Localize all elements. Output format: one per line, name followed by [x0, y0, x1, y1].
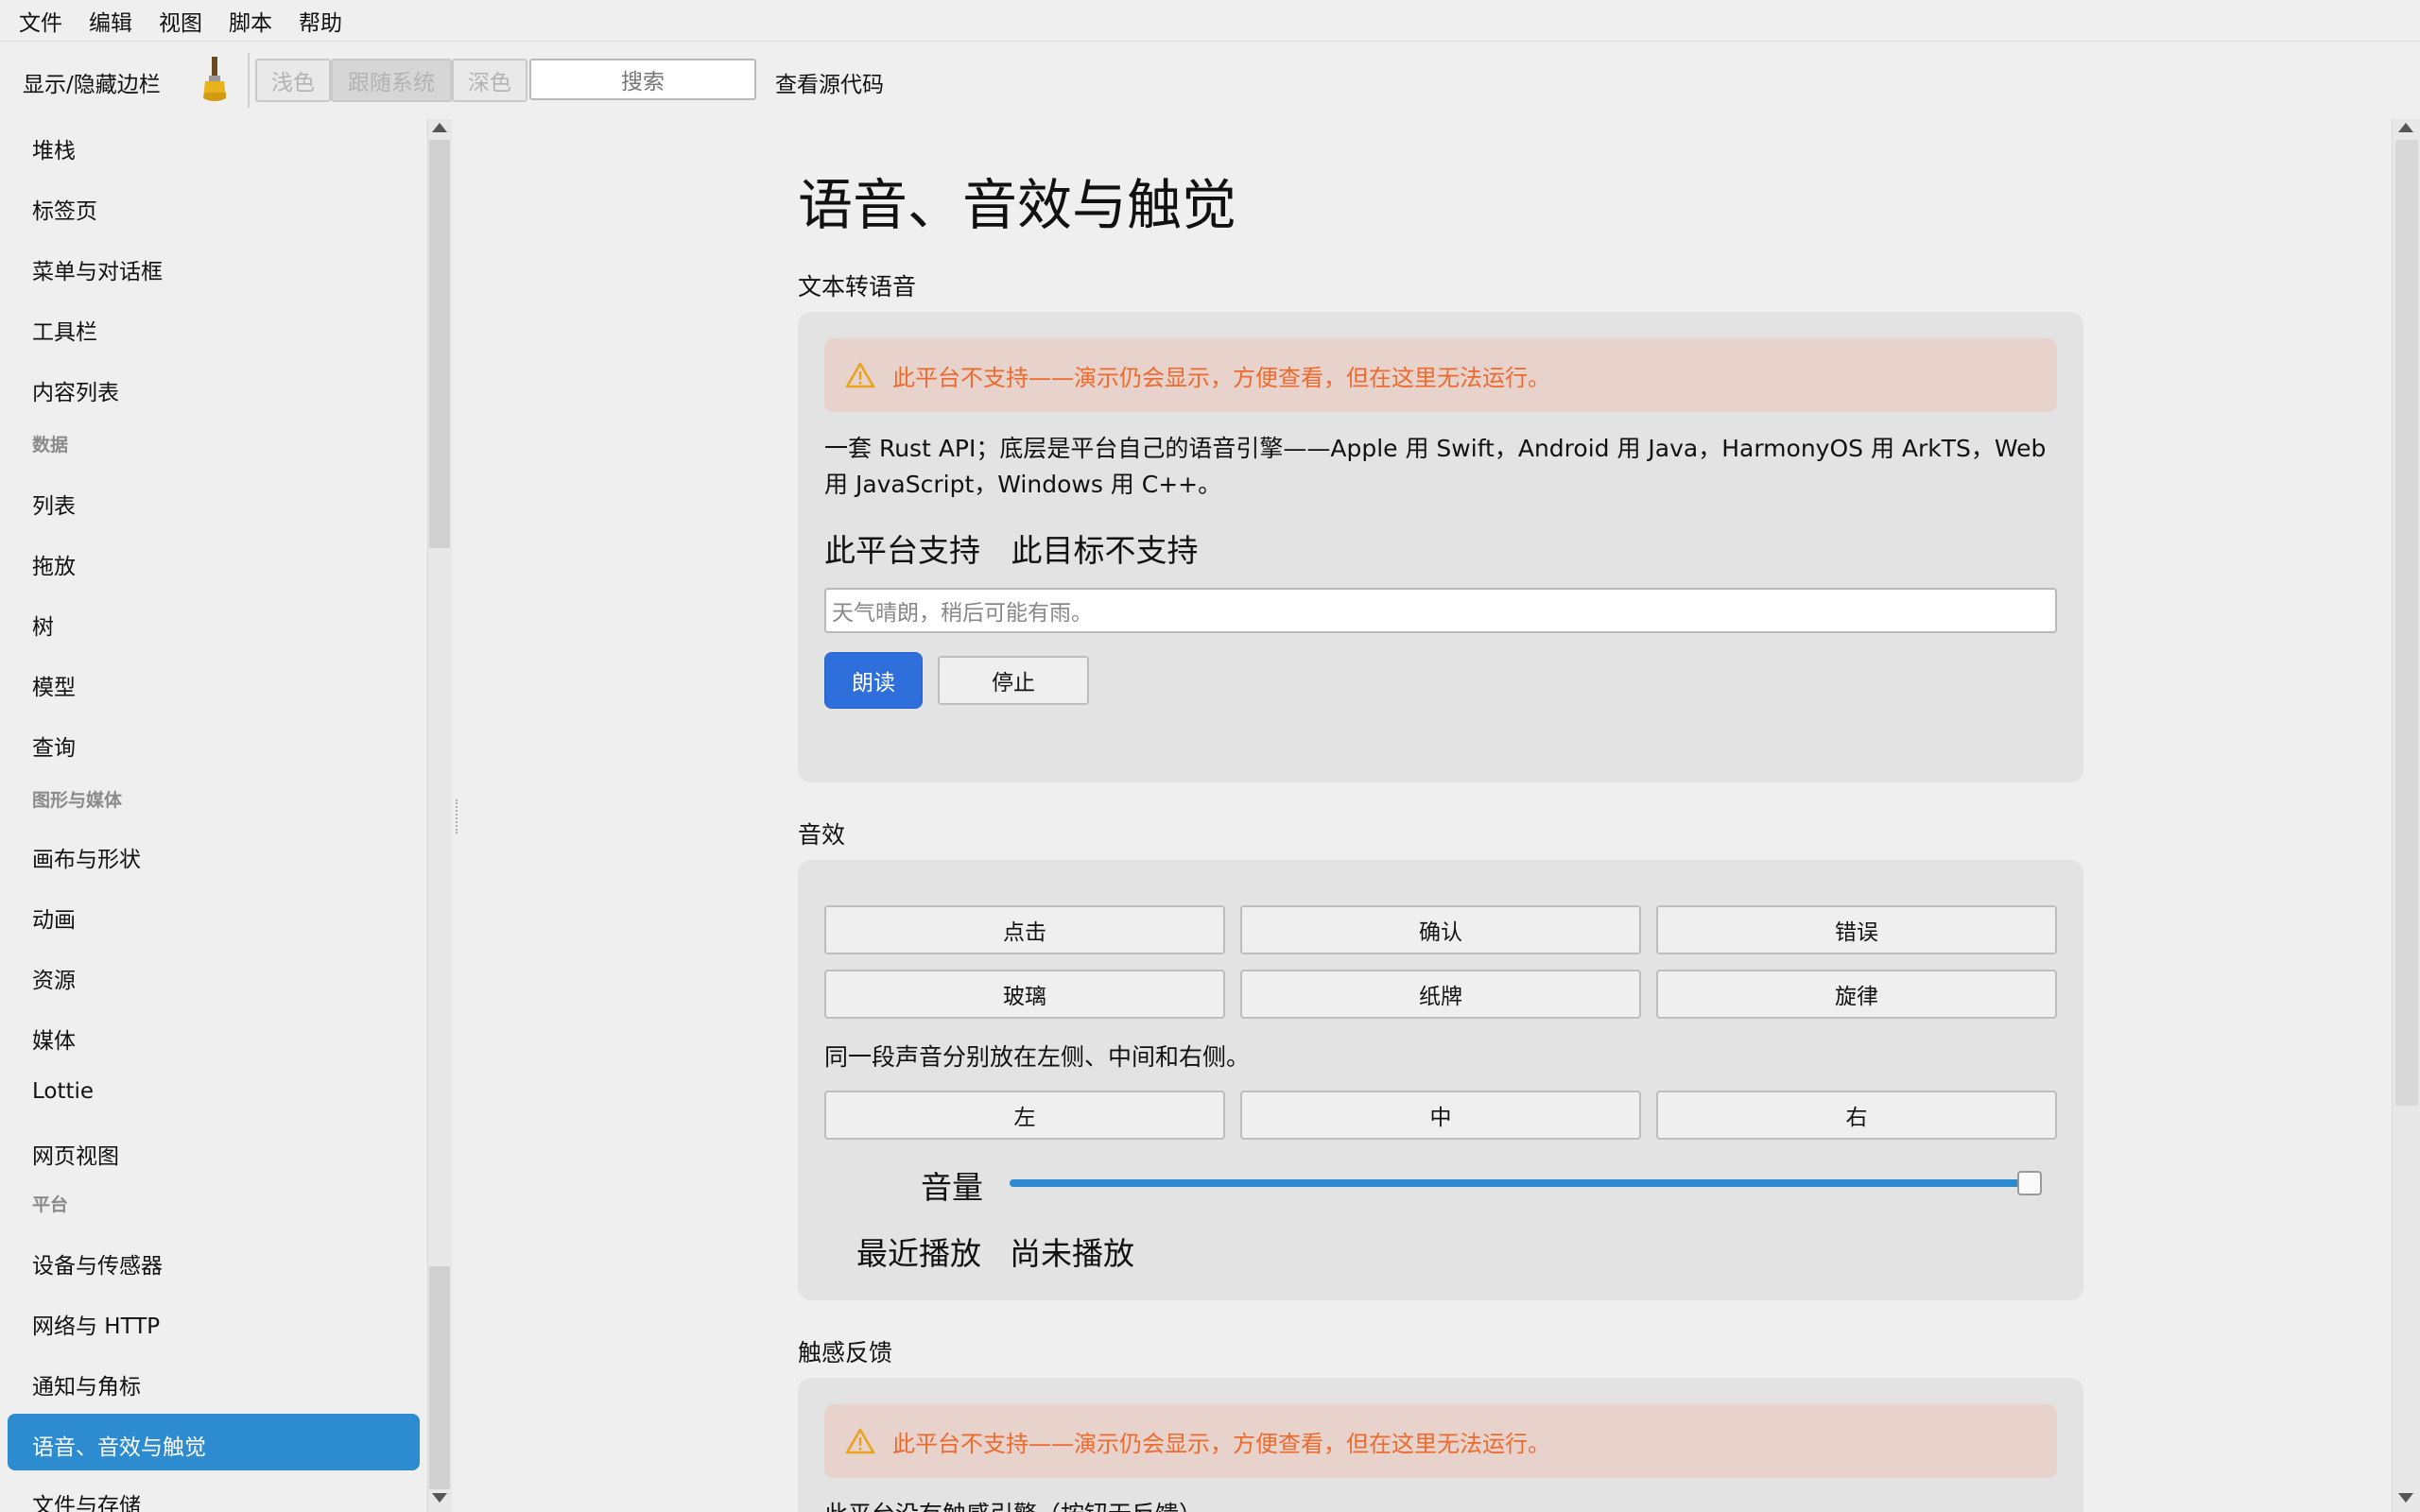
stop-button[interactable]: 停止	[938, 656, 1089, 705]
haptics-description: 此平台没有触感引擎（按钮无反馈）。	[824, 1497, 2057, 1512]
sidebar-header-data: 数据	[32, 435, 69, 455]
paintbrush-icon[interactable]	[199, 55, 231, 104]
sidebar-item-menus-dialogs[interactable]: 菜单与对话框	[32, 253, 163, 285]
haptics-warning-banner: 此平台不支持——演示仍会显示，方便查看，但在这里无法运行。	[824, 1404, 2057, 1478]
sidebar-scroll-down-icon[interactable]	[432, 1493, 447, 1503]
sfx-section-title: 音效	[798, 821, 846, 849]
sfx-error-button[interactable]: 错误	[1656, 905, 2057, 954]
menu-help[interactable]: 帮助	[299, 5, 342, 37]
sidebar-item-lottie[interactable]: Lottie	[32, 1079, 94, 1104]
sidebar-scrollbar-thumb-lower[interactable]	[429, 1266, 450, 1489]
pan-center-button[interactable]: 中	[1240, 1091, 1641, 1140]
tts-status-target: 此目标不支持	[1011, 532, 1199, 569]
main-scrollbar-thumb[interactable]	[2395, 140, 2418, 1106]
sidebar-item-toolbar[interactable]: 工具栏	[32, 314, 97, 346]
sidebar-item-webview[interactable]: 网页视图	[32, 1138, 119, 1170]
last-played-value: 尚未播放	[1010, 1235, 1134, 1272]
menu-bar: 文件 编辑 视图 脚本 帮助	[0, 0, 2420, 42]
sidebar-header-platform: 平台	[32, 1194, 69, 1215]
sfx-melody-button[interactable]: 旋律	[1656, 970, 2057, 1019]
page-title: 语音、音效与触觉	[798, 173, 1237, 237]
sfx-glass-button[interactable]: 玻璃	[824, 970, 1225, 1019]
view-source-button[interactable]: 查看源代码	[775, 66, 884, 98]
sidebar-item-query[interactable]: 查询	[32, 730, 76, 762]
pan-description: 同一段声音分别放在左侧、中间和右侧。	[824, 1043, 1251, 1071]
warning-icon	[845, 362, 875, 388]
sidebar-item-stack[interactable]: 堆栈	[32, 132, 76, 164]
tts-section-title: 文本转语音	[798, 273, 917, 301]
sidebar-item-media[interactable]: 媒体	[32, 1022, 76, 1055]
tts-warning-banner: 此平台不支持——演示仍会显示，方便查看，但在这里无法运行。	[824, 338, 2057, 412]
sidebar-item-device-sensors[interactable]: 设备与传感器	[32, 1247, 163, 1280]
last-played-label: 最近播放	[856, 1235, 981, 1272]
haptics-panel: 此平台不支持——演示仍会显示，方便查看，但在这里无法运行。 此平台没有触感引擎（…	[798, 1378, 2083, 1512]
sidebar-item-content-list[interactable]: 内容列表	[32, 374, 119, 406]
tts-description: 一套 Rust API；底层是平台自己的语音引擎——Apple 用 Swift，…	[824, 435, 2047, 498]
sidebar-item-drag-drop[interactable]: 拖放	[32, 548, 76, 580]
toolbar: 显示/隐藏边栏 浅色 跟随系统 深色 搜索 查看源代码	[0, 42, 2420, 119]
sidebar-item-resources[interactable]: 资源	[32, 962, 76, 994]
sidebar-item-list[interactable]: 列表	[32, 488, 76, 520]
sidebar-item-network-http[interactable]: 网络与 HTTP	[32, 1308, 160, 1340]
splitter-handle[interactable]	[456, 799, 459, 833]
volume-slider-handle[interactable]	[2017, 1171, 2042, 1195]
tts-status-platform: 此平台支持	[824, 532, 980, 569]
tts-text-input[interactable]: 天气晴朗，稍后可能有雨。	[824, 588, 2057, 633]
menu-script[interactable]: 脚本	[229, 5, 272, 37]
sidebar-scroll-up-icon[interactable]	[432, 123, 447, 132]
menu-file[interactable]: 文件	[19, 5, 62, 37]
sidebar-item-files-storage[interactable]: 文件与存储	[32, 1487, 141, 1512]
sfx-panel: 点击 确认 错误 玻璃 纸牌 旋律 同一段声音分别放在左侧、中间和右侧。 左 中…	[798, 860, 2083, 1300]
sidebar-item-animation[interactable]: 动画	[32, 902, 76, 934]
sidebar-item-canvas-shapes[interactable]: 画布与形状	[32, 841, 141, 873]
tts-status: 此平台支持 此目标不支持	[824, 525, 1219, 571]
menu-view[interactable]: 视图	[159, 5, 202, 37]
sidebar-item-notifications-badges[interactable]: 通知与角标	[32, 1368, 141, 1400]
speak-button[interactable]: 朗读	[824, 652, 923, 709]
volume-label: 音量	[921, 1169, 983, 1206]
haptics-warning-text: 此平台不支持——演示仍会显示，方便查看，但在这里无法运行。	[892, 1430, 1550, 1457]
sidebar-item-model[interactable]: 模型	[32, 669, 76, 701]
main-scroll-up-icon[interactable]	[2398, 123, 2413, 132]
theme-dark-button[interactable]: 深色	[452, 59, 527, 102]
search-input[interactable]: 搜索	[529, 59, 756, 100]
warning-icon	[845, 1428, 875, 1454]
tts-warning-text: 此平台不支持——演示仍会显示，方便查看，但在这里无法运行。	[892, 364, 1550, 391]
sfx-click-button[interactable]: 点击	[824, 905, 1225, 954]
sidebar-header-graphics-media: 图形与媒体	[32, 790, 123, 811]
tts-panel: 此平台不支持——演示仍会显示，方便查看，但在这里无法运行。 一套 Rust AP…	[798, 312, 2083, 782]
sfx-cards-button[interactable]: 纸牌	[1240, 970, 1641, 1019]
sidebar-item-tabs[interactable]: 标签页	[32, 193, 97, 225]
theme-system-button[interactable]: 跟随系统	[331, 59, 452, 102]
toolbar-separator	[248, 53, 250, 108]
haptics-section-title: 触感反馈	[798, 1339, 893, 1366]
menu-edit[interactable]: 编辑	[89, 5, 132, 37]
sfx-confirm-button[interactable]: 确认	[1240, 905, 1641, 954]
main-scroll-down-icon[interactable]	[2398, 1493, 2413, 1503]
theme-light-button[interactable]: 浅色	[255, 59, 331, 102]
pan-right-button[interactable]: 右	[1656, 1091, 2057, 1140]
sidebar-item-tree[interactable]: 树	[32, 609, 54, 641]
toggle-sidebar-button[interactable]: 显示/隐藏边栏	[23, 66, 161, 98]
sidebar-item-selected-label: 语音、音效与触觉	[32, 1435, 206, 1460]
volume-slider-track[interactable]	[1010, 1179, 2042, 1187]
sidebar-scrollbar-thumb[interactable]	[429, 140, 450, 548]
pan-left-button[interactable]: 左	[824, 1091, 1225, 1140]
sidebar: 堆栈 标签页 菜单与对话框 工具栏 内容列表 数据 列表 拖放 树 模型 查询 …	[0, 119, 427, 1512]
